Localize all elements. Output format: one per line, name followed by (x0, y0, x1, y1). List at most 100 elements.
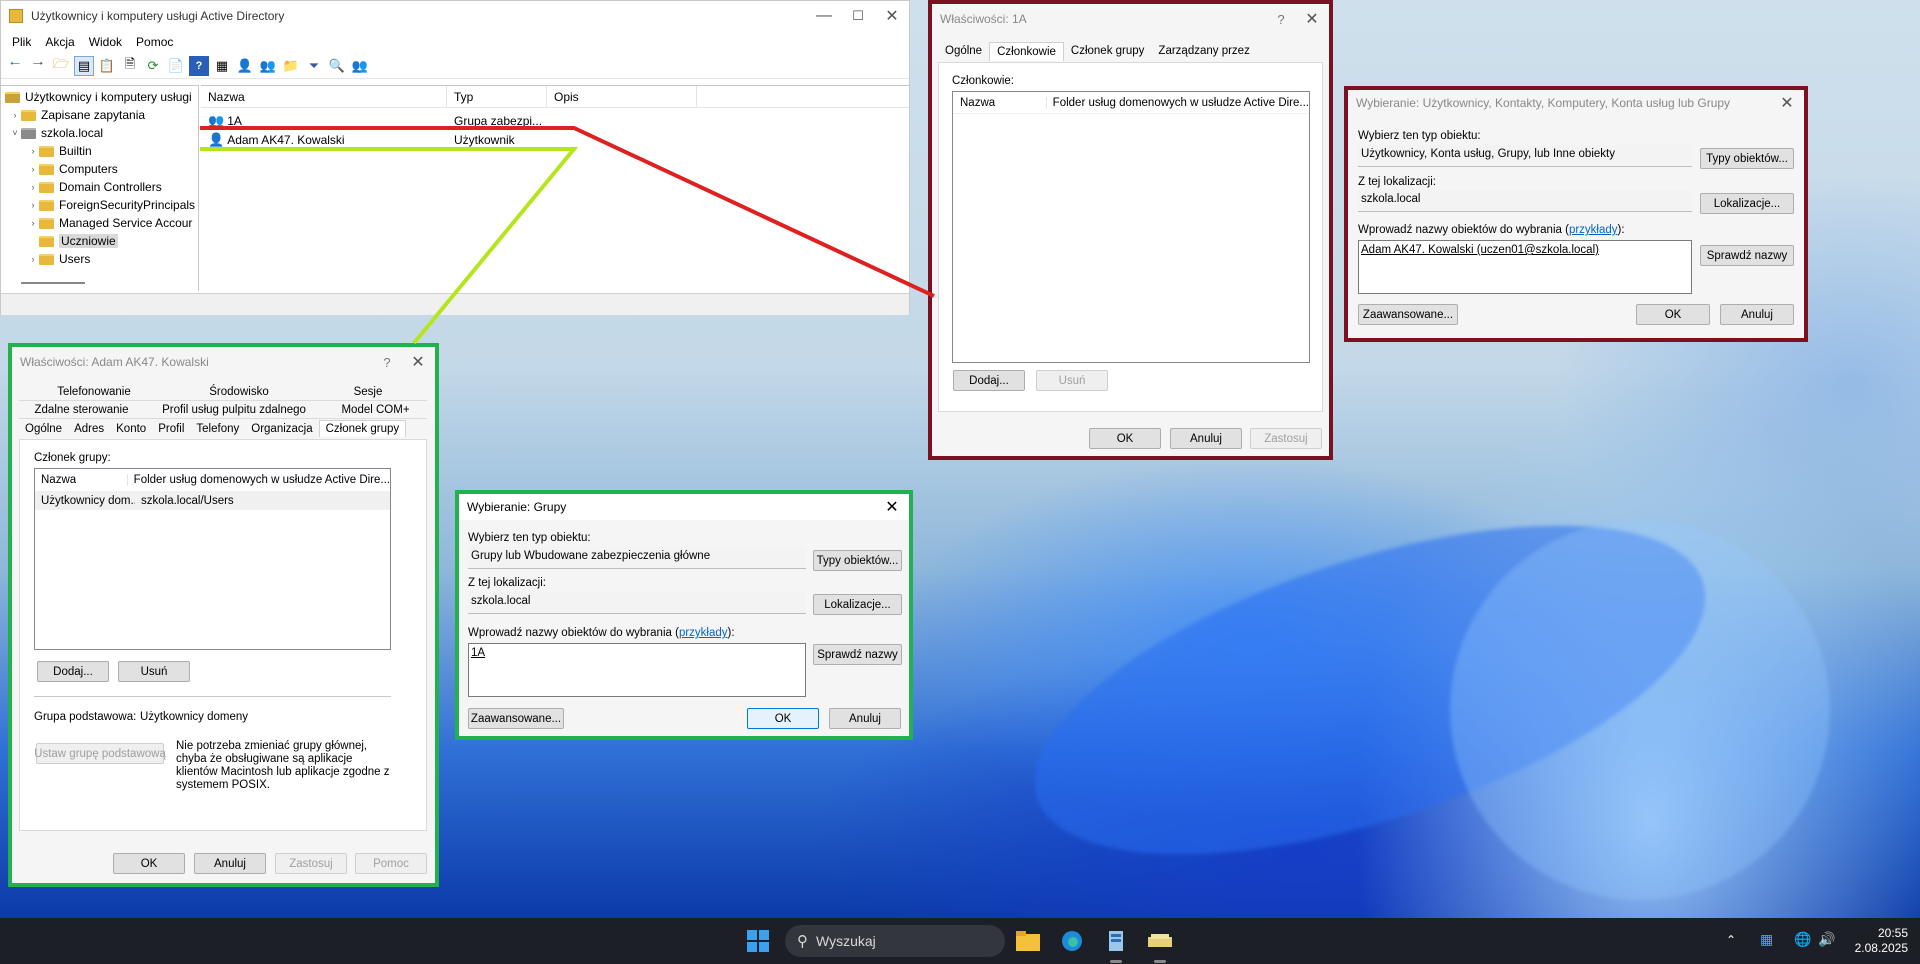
check-names-button[interactable]: Sprawdź nazwy (1700, 245, 1794, 266)
cancel-button[interactable]: Anuluj (1170, 428, 1242, 449)
tree-item-uczniowie[interactable]: Uczniowie (1, 232, 198, 250)
chevron-right-icon[interactable]: › (27, 254, 39, 264)
menu-view[interactable]: Widok (82, 35, 129, 49)
list-item[interactable]: 👤 Adam AK47. Kowalski Użytkownik (201, 130, 909, 149)
aduc-taskbar-icon[interactable] (1146, 927, 1174, 955)
view-icon[interactable]: ▦ (212, 56, 232, 76)
chevron-right-icon[interactable]: › (27, 200, 39, 210)
object-types-button[interactable]: Typy obiektów... (1700, 148, 1794, 169)
close-button[interactable]: ✕ (1770, 90, 1804, 116)
advanced-button[interactable]: Zaawansowane... (1358, 304, 1458, 325)
chevron-right-icon[interactable]: › (27, 164, 39, 174)
tab-address[interactable]: Adres (68, 423, 110, 435)
tab-general[interactable]: Ogólne (938, 42, 989, 61)
tab-managed-by[interactable]: Zarządzany przez (1151, 42, 1256, 61)
column-header-folder[interactable]: Folder usług domenowych w usłudze Active… (128, 474, 390, 486)
column-header-name[interactable]: Nazwa (953, 96, 1047, 109)
tab-sessions[interactable]: Sesje (309, 386, 427, 398)
chevron-right-icon[interactable]: › (27, 182, 39, 192)
tab-members[interactable]: Członkowie (989, 42, 1064, 61)
tab-rds-profile[interactable]: Profil usług pulpitu zdalnego (144, 404, 324, 416)
tree-item-computers[interactable]: › Computers (1, 160, 198, 178)
menu-action[interactable]: Akcja (38, 35, 81, 49)
help-button[interactable]: Pomoc (355, 853, 427, 874)
apply-button[interactable]: Zastosuj (275, 853, 347, 874)
refresh-icon[interactable]: ⟳ (143, 56, 163, 76)
object-names-textbox[interactable]: 1A (468, 643, 806, 697)
tree-item-saved-queries[interactable]: › Zapisane zapytania (1, 106, 198, 124)
ok-button[interactable]: OK (1089, 428, 1161, 449)
forward-arrow-icon[interactable]: 🠂 (28, 56, 48, 76)
member-of-list[interactable]: Nazwa Folder usług domenowych w usłudze … (34, 468, 391, 650)
locations-button[interactable]: Lokalizacje... (813, 594, 902, 615)
clock[interactable]: 20:55 2.08.2025 (1846, 926, 1908, 956)
edge-browser-icon[interactable] (1058, 927, 1086, 955)
maximize-button[interactable]: ☐ (841, 1, 875, 31)
advanced-button[interactable]: Zaawansowane... (468, 708, 564, 729)
back-arrow-icon[interactable]: 🠀 (5, 56, 25, 76)
tree-item-builtin[interactable]: › Builtin (1, 142, 198, 160)
language-globe-icon[interactable]: 🌐 (1794, 931, 1811, 948)
tree-item-root[interactable]: Użytkownicy i komputery usługi (1, 88, 198, 106)
console-tree-icon[interactable]: ▤ (74, 55, 94, 76)
members-list[interactable]: Nazwa Folder usług domenowych w usłudze … (952, 91, 1310, 363)
tab-profile[interactable]: Profil (152, 423, 190, 435)
tab-environment[interactable]: Środowisko (169, 386, 309, 398)
tree-item-domain-controllers[interactable]: › Domain Controllers (1, 178, 198, 196)
add-button[interactable]: Dodaj... (953, 370, 1025, 391)
new-user-icon[interactable]: 👤 (235, 56, 255, 76)
up-folder-icon[interactable]: 🗁 (51, 56, 71, 76)
remove-button[interactable]: Usuń (1036, 370, 1108, 391)
set-primary-group-button[interactable]: Ustaw grupę podstawową (34, 743, 166, 764)
new-group-icon[interactable]: 👥 (258, 56, 278, 76)
close-button[interactable]: ✕ (875, 1, 909, 31)
examples-link[interactable]: przykłady (679, 627, 728, 639)
chevron-down-icon[interactable]: ˅ (9, 128, 21, 138)
cancel-button[interactable]: Anuluj (194, 853, 266, 874)
remove-button[interactable]: Usuń (118, 661, 190, 682)
delete-icon[interactable]: 📋 (97, 56, 117, 76)
check-names-button[interactable]: Sprawdź nazwy (813, 644, 902, 665)
tab-remote-control[interactable]: Zdalne sterowanie (19, 404, 144, 416)
windows-start-icon[interactable] (744, 927, 772, 955)
help-question-icon[interactable]: ? (373, 347, 401, 377)
minimize-button[interactable]: — (807, 1, 841, 31)
column-header-description[interactable]: Opis (547, 85, 697, 108)
examples-link[interactable]: przykłady (1569, 224, 1618, 236)
tree-horizontal-scrollbar[interactable] (21, 282, 85, 284)
ok-button[interactable]: OK (1636, 304, 1710, 325)
tree-item-managed-service[interactable]: › Managed Service Accour (1, 214, 198, 232)
cancel-button[interactable]: Anuluj (1720, 304, 1794, 325)
file-explorer-icon[interactable] (1014, 927, 1042, 955)
properties-icon[interactable]: 🗎 (120, 56, 140, 76)
table-row[interactable]: Użytkownicy dom... szkola.local/Users (35, 491, 390, 510)
export-list-icon[interactable]: 📄 (166, 56, 186, 76)
cancel-button[interactable]: Anuluj (829, 708, 901, 729)
tab-member-of[interactable]: Członek grupy (318, 420, 407, 437)
apply-button[interactable]: Zastosuj (1250, 428, 1322, 449)
ok-button[interactable]: OK (113, 853, 185, 874)
chevron-up-icon[interactable]: ⌃ (1726, 933, 1736, 947)
menu-help[interactable]: Pomoc (129, 35, 180, 49)
close-button[interactable]: ✕ (401, 347, 435, 377)
menu-file[interactable]: Plik (5, 35, 38, 49)
column-header-name[interactable]: Nazwa (35, 474, 128, 486)
volume-icon[interactable]: 🔊 (1818, 931, 1835, 948)
object-names-textbox[interactable]: Adam AK47. Kowalski (uczen01@szkola.loca… (1358, 240, 1692, 294)
tree-item-foreign-security[interactable]: › ForeignSecurityPrincipals (1, 196, 198, 214)
server-manager-icon[interactable] (1102, 927, 1130, 955)
column-header-folder[interactable]: Folder usług domenowych w usłudze Active… (1047, 97, 1309, 109)
tree-item-users[interactable]: › Users (1, 250, 198, 268)
tree-item-domain[interactable]: ˅ szkola.local (1, 124, 198, 142)
filter-icon[interactable]: ⏷ (304, 56, 324, 76)
add-button[interactable]: Dodaj... (37, 661, 109, 682)
ok-button[interactable]: OK (747, 708, 819, 729)
column-header-type[interactable]: Typ (447, 85, 547, 108)
column-header-name[interactable]: Nazwa (201, 85, 447, 108)
close-button[interactable]: ✕ (1295, 4, 1329, 34)
help-question-icon[interactable]: ? (1267, 4, 1295, 34)
help-icon[interactable]: ? (189, 55, 209, 76)
chevron-right-icon[interactable]: › (27, 146, 39, 156)
chevron-right-icon[interactable]: › (27, 218, 39, 228)
tab-dial-in[interactable]: Telefonowanie (19, 386, 169, 398)
